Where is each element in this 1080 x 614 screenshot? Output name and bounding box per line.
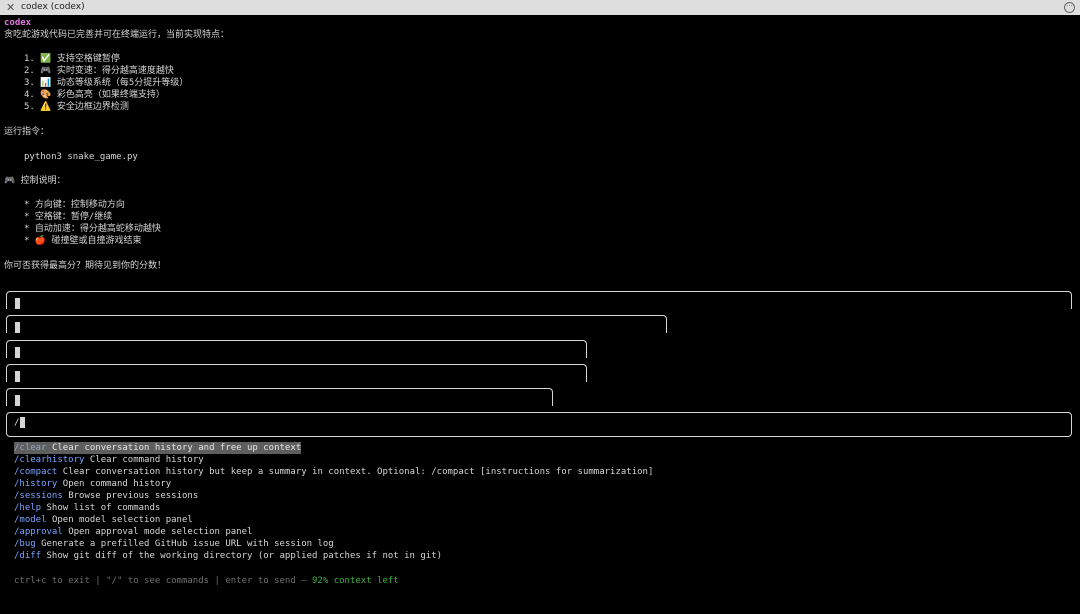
command-name: /model — [14, 515, 47, 525]
command-desc: Show git diff of the working directory (… — [46, 551, 443, 561]
command-desc: Clear conversation history but keep a su… — [62, 467, 654, 477]
command-desc: Open command history — [62, 479, 172, 489]
command-input[interactable]: / — [6, 412, 1072, 437]
command-option-clearhistory[interactable]: /clearhistory Clear command history — [14, 454, 204, 466]
more-options-icon[interactable]: ··· — [1064, 2, 1075, 13]
terminal: codex 贪吃蛇游戏代码已完善并可在终端运行，当前实现特点： 1. ✅ 支持空… — [0, 15, 1080, 614]
window-title: codex (codex) — [21, 2, 85, 12]
close-icon[interactable]: ✕ — [6, 1, 15, 14]
command-option-sessions[interactable]: /sessions Browse previous sessions — [14, 490, 198, 502]
closing-text: 你可否获得最高分？期待见到你的分数！ — [4, 261, 167, 271]
command-name: /compact — [14, 467, 58, 477]
command-name: /bug — [14, 539, 36, 549]
cursor — [20, 417, 26, 428]
feature-item: 4. 🎨 彩色高亮（如果终端支持） — [24, 90, 165, 100]
command-name: /clearhistory — [14, 455, 85, 465]
controls-label: 🎮 控制说明： — [4, 176, 66, 186]
command-option-diff[interactable]: /diff Show git diff of the working direc… — [14, 550, 442, 562]
feature-item: 2. 🎮 实时变速：得分越高速度越快 — [24, 66, 174, 76]
cursor — [15, 371, 20, 382]
command-option-compact[interactable]: /compact Clear conversation history but … — [14, 466, 653, 478]
command-name: /history — [14, 479, 58, 489]
window-titlebar: ✕ codex (codex) ··· — [0, 0, 1080, 15]
cursor — [15, 322, 20, 333]
footer-hint: ctrl+c to exit | "/" to see commands | e… — [14, 575, 399, 587]
command-desc: Open model selection panel — [51, 515, 193, 525]
command-desc: Clear command history — [89, 455, 204, 465]
control-item: * 自动加速：得分越高蛇移动越快 — [24, 224, 161, 234]
command-desc: Browse previous sessions — [68, 491, 199, 501]
input-value: / — [14, 418, 20, 428]
command-name: /approval — [14, 527, 63, 537]
footer-hint-text: ctrl+c to exit | "/" to see commands | e… — [14, 576, 313, 586]
control-item: * 方向键：控制移动方向 — [24, 200, 125, 210]
command-option-clear[interactable]: /clear Clear conversation history and fr… — [14, 442, 302, 454]
command-desc: Clear conversation history and free up c… — [51, 443, 302, 453]
cursor — [15, 347, 20, 358]
command-desc: Show list of commands — [46, 503, 161, 513]
control-item: * 空格键：暂停/继续 — [24, 212, 113, 222]
control-item: * 🍎 碰撞壁或自撞游戏结束 — [24, 236, 142, 246]
command-option-approval[interactable]: /approval Open approval mode selection p… — [14, 526, 252, 538]
input-box-ghost — [6, 364, 587, 382]
command-name: /help — [14, 503, 42, 513]
context-remaining: 92% context left — [312, 576, 399, 586]
speaker-label: codex — [4, 18, 32, 28]
run-label: 运行指令： — [4, 127, 50, 137]
command-desc: Open approval mode selection panel — [68, 527, 253, 537]
cursor — [15, 395, 20, 406]
input-box-ghost — [6, 291, 1072, 309]
input-box-ghost — [6, 315, 667, 333]
run-command: python3 snake_game.py — [24, 152, 138, 162]
feature-item: 1. ✅ 支持空格键暂停 — [24, 54, 120, 64]
cursor — [15, 298, 20, 309]
feature-item: 5. ⚠️ 安全边框边界检测 — [24, 102, 129, 112]
command-option-model[interactable]: /model Open model selection panel — [14, 514, 193, 526]
feature-item: 3. 📊 动态等级系统（每5分提升等级） — [24, 78, 189, 88]
intro-text: 贪吃蛇游戏代码已完善并可在终端运行，当前实现特点： — [4, 30, 230, 40]
command-option-bug[interactable]: /bug Generate a prefilled GitHub issue U… — [14, 538, 334, 550]
input-box-ghost — [6, 388, 553, 406]
command-name: /sessions — [14, 491, 63, 501]
command-name: /diff — [14, 551, 42, 561]
command-input-text[interactable]: / — [14, 417, 26, 429]
command-option-history[interactable]: /history Open command history — [14, 478, 171, 490]
command-desc: Generate a prefilled GitHub issue URL wi… — [41, 539, 334, 549]
command-option-help[interactable]: /help Show list of commands — [14, 502, 160, 514]
input-box-ghost — [6, 340, 587, 358]
command-name: /clear — [14, 443, 47, 453]
